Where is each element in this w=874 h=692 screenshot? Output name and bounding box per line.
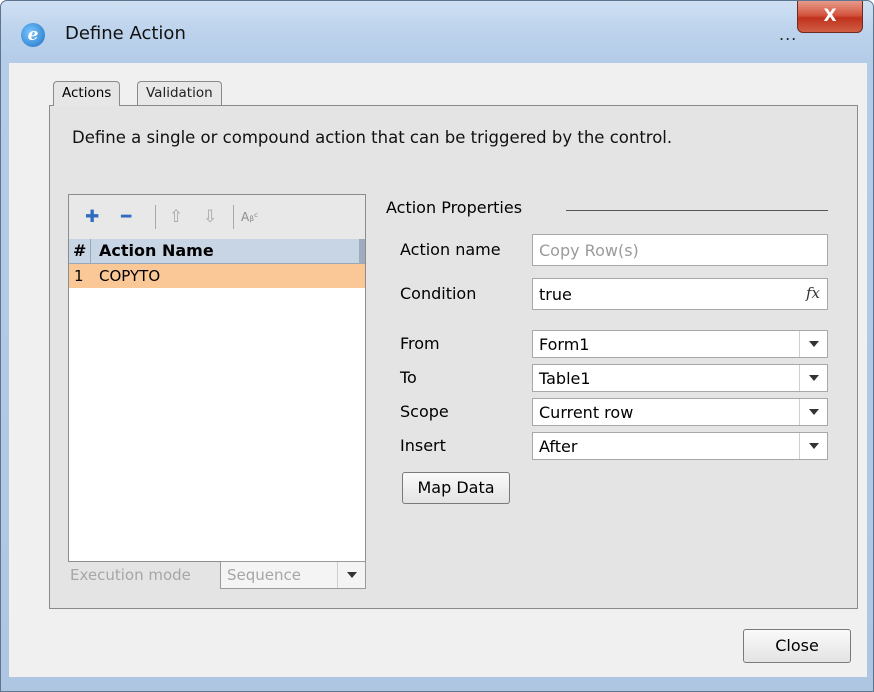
ie-app-icon: e — [21, 23, 45, 47]
action-name-label: Action name — [400, 240, 501, 259]
insert-label: Insert — [400, 436, 446, 455]
execution-mode-select[interactable]: Sequence — [220, 561, 366, 589]
scope-select[interactable]: Current row — [532, 398, 828, 426]
to-value: Table1 — [539, 369, 591, 388]
title-bar[interactable]: e Define Action ... X — [1, 1, 873, 63]
header-scroll-cap — [359, 239, 365, 263]
chevron-down-icon — [809, 409, 819, 415]
tab-actions[interactable]: Actions — [53, 81, 121, 106]
action-properties-title: Action Properties — [386, 198, 523, 217]
formula-icon[interactable]: fx — [806, 284, 820, 302]
chevron-down-icon — [347, 572, 357, 578]
action-list-header: # Action Name — [69, 239, 365, 264]
insert-select[interactable]: After — [532, 432, 828, 460]
dropdown-button[interactable] — [799, 399, 827, 425]
tab-validation[interactable]: Validation — [137, 81, 222, 105]
chevron-down-icon — [809, 375, 819, 381]
close-button[interactable]: Close — [743, 629, 851, 663]
close-icon: X — [823, 6, 837, 26]
condition-label: Condition — [400, 284, 477, 303]
from-select[interactable]: Form1 — [532, 330, 828, 358]
group-divider-line — [566, 210, 828, 211]
scope-value: Current row — [539, 403, 634, 422]
column-header-number[interactable]: # — [73, 241, 86, 260]
dropdown-button[interactable] — [799, 365, 827, 391]
add-action-icon[interactable]: ✚ — [85, 207, 99, 227]
to-select[interactable]: Table1 — [532, 364, 828, 392]
toolbar-separator — [155, 205, 156, 229]
dialog-window: e Define Action ... X Validation Actions… — [0, 0, 874, 692]
execution-mode-label: Execution mode — [70, 566, 191, 584]
dropdown-button[interactable] — [799, 331, 827, 357]
action-name-placeholder: Copy Row(s) — [539, 241, 639, 260]
chevron-down-icon — [809, 443, 819, 449]
window-title: Define Action — [65, 23, 186, 44]
condition-value: true — [539, 285, 572, 304]
insert-value: After — [539, 437, 578, 456]
move-down-icon[interactable]: ⇩ — [203, 207, 217, 227]
actions-tab-panel: Define a single or compound action that … — [49, 105, 858, 609]
action-list: ✚ ━ ⇧ ⇩ Aᵦᶜ # Action Name 1 COPYTO — [68, 194, 366, 562]
row-action-name: COPYTO — [99, 267, 161, 285]
from-value: Form1 — [539, 335, 590, 354]
action-list-row[interactable]: 1 COPYTO — [69, 264, 365, 288]
action-list-toolbar: ✚ ━ ⇧ ⇩ Aᵦᶜ — [69, 195, 365, 239]
action-name-field[interactable]: Copy Row(s) — [532, 234, 828, 266]
map-data-button[interactable]: Map Data — [402, 472, 510, 504]
column-header-action-name[interactable]: Action Name — [99, 241, 214, 260]
dropdown-button[interactable] — [337, 562, 365, 588]
from-label: From — [400, 334, 440, 353]
dropdown-button[interactable] — [799, 433, 827, 459]
remove-action-icon[interactable]: ━ — [121, 207, 131, 227]
row-number: 1 — [74, 267, 84, 285]
condition-field[interactable]: true fx — [532, 278, 828, 310]
execution-mode-value: Sequence — [227, 566, 301, 584]
scope-label: Scope — [400, 402, 449, 421]
rename-icon[interactable]: Aᵦᶜ — [241, 207, 258, 227]
panel-description: Define a single or compound action that … — [72, 128, 673, 147]
to-label: To — [400, 368, 417, 387]
dialog-client-area: Validation Actions Define a single or co… — [9, 63, 867, 677]
header-divider — [90, 239, 91, 263]
move-up-icon[interactable]: ⇧ — [169, 207, 183, 227]
toolbar-separator — [233, 205, 234, 229]
title-ellipsis: ... — [779, 25, 798, 44]
window-close-button[interactable]: X — [797, 1, 863, 33]
chevron-down-icon — [809, 341, 819, 347]
